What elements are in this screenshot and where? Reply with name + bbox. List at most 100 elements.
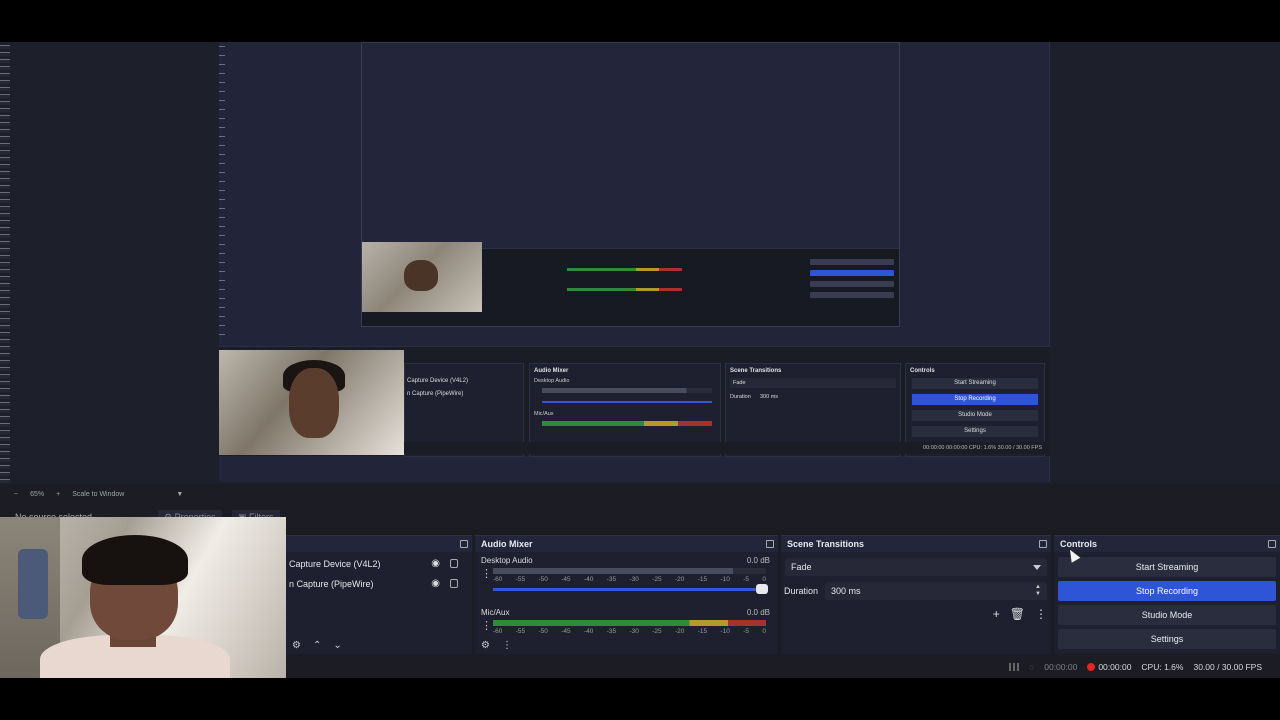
- cpu-usage: CPU: 1.6%: [1141, 662, 1184, 672]
- mixer-footer: ⚙ ⋮: [475, 636, 778, 654]
- nested-button: [810, 281, 894, 287]
- slider-handle[interactable]: [756, 584, 768, 594]
- scale-mode[interactable]: Scale to Window: [72, 491, 124, 498]
- volume-meter: [493, 568, 766, 574]
- sources-footer: ⚙ ⌃ ⌄: [286, 636, 472, 654]
- nested-settings: Settings: [912, 426, 1038, 437]
- person-face: [289, 368, 339, 438]
- nested-source-1: Capture Device (V4L2): [407, 378, 469, 384]
- transition-tools: + 🗑 ⋮: [993, 607, 1047, 621]
- gear-icon[interactable]: ⚙: [292, 640, 301, 651]
- preview-edge-artifact: [0, 42, 10, 484]
- controls-dock: Controls Start Streaming Stop Recording …: [1054, 535, 1280, 654]
- move-down-icon[interactable]: ⌄: [333, 640, 341, 651]
- record-status: 00:00:00: [1087, 662, 1131, 672]
- record-time: 00:00:00: [1098, 662, 1132, 672]
- nested-fader: [542, 401, 712, 403]
- audio-mixer-title-text: Audio Mixer: [481, 539, 533, 549]
- nested-studio-mode: Studio Mode: [912, 410, 1038, 421]
- more-icon[interactable]: ⋮: [1035, 607, 1047, 621]
- studio-mode-button[interactable]: Studio Mode: [1058, 605, 1276, 625]
- nested-duration: Duration: [730, 394, 751, 400]
- nested-source-2: n Capture (PipeWire): [407, 391, 464, 397]
- source-item[interactable]: Capture Device (V4L2) ◉: [286, 554, 472, 574]
- nested-webcam: [362, 242, 482, 312]
- transition-value: Fade: [791, 562, 812, 572]
- mixer-channel-desktop-audio: Desktop Audio 0.0 dB ⋮ -60 -55 -50 -45 -40 -3…: [481, 556, 770, 600]
- background-object: [18, 549, 48, 619]
- undock-icon[interactable]: [1039, 540, 1047, 548]
- audio-mixer-dock: Audio Mixer Desktop Audio 0.0 dB ⋮ -60 -5…: [475, 535, 778, 654]
- nested-button: [810, 259, 894, 265]
- duration-spinbox[interactable]: 300 ms ▲ ▼: [825, 582, 1047, 600]
- preview-zoom-bar: − 65% + Scale to Window ▼: [0, 485, 1280, 503]
- canvas-edge-artifact: [219, 42, 225, 342]
- spin-arrows-icon[interactable]: ▲ ▼: [1035, 584, 1041, 598]
- gear-icon[interactable]: ⚙: [481, 640, 490, 651]
- meter-ticks: -60 -55 -50 -45 -40 -35 -30 -25 -20 -15 -10 -5 0: [493, 628, 766, 635]
- nested-start-streaming: Start Streaming: [912, 378, 1038, 389]
- undock-icon[interactable]: [1268, 540, 1276, 548]
- nested-mic-aux: Mic/Aux: [534, 411, 554, 417]
- status-bar: ◌ 00:00:00 00:00:00 CPU: 1.6% 30.00 / 30…: [286, 656, 1280, 678]
- record-icon: [1087, 663, 1096, 671]
- source-item[interactable]: n Capture (PipeWire) ◉: [286, 574, 472, 594]
- transition-select[interactable]: Fade: [785, 558, 1047, 576]
- nested-transitions-title: Scene Transitions: [730, 368, 782, 374]
- stop-recording-button[interactable]: Stop Recording: [1058, 581, 1276, 601]
- channel-db: 0.0 dB: [746, 556, 770, 565]
- lock-icon[interactable]: [450, 579, 458, 588]
- chevron-down-icon[interactable]: ▼: [176, 491, 183, 498]
- nested-audio-mixer-title: Audio Mixer: [534, 368, 569, 374]
- settings-button[interactable]: Settings: [1058, 629, 1276, 649]
- nested-controls-title: Controls: [910, 368, 935, 374]
- eye-icon[interactable]: ◉: [431, 579, 440, 589]
- signal-icon: [1009, 663, 1020, 671]
- scene-transitions-dock: Scene Transitions Fade Duration 300 ms ▲…: [781, 535, 1051, 654]
- audio-mixer-title: Audio Mixer: [475, 536, 778, 552]
- channel-menu-icon[interactable]: ⋮: [481, 569, 492, 580]
- source-item-label: Capture Device (V4L2): [289, 559, 381, 569]
- zoom-level: 65%: [30, 490, 45, 498]
- volume-meter: [493, 620, 766, 626]
- nested-fade: Fade: [730, 378, 896, 388]
- trash-icon[interactable]: 🗑: [1010, 607, 1025, 621]
- channel-name: Desktop Audio: [481, 556, 533, 565]
- mixer-menu-icon[interactable]: ⋮: [502, 640, 512, 651]
- nested-meter: [567, 288, 682, 291]
- source-item-label: n Capture (PipeWire): [289, 579, 374, 589]
- nested-meter: [542, 388, 712, 393]
- chevron-down-icon: [1033, 565, 1041, 570]
- undock-icon[interactable]: [460, 540, 468, 548]
- zoom-in-button[interactable]: +: [56, 491, 60, 498]
- stream-icon: ◌: [1029, 662, 1035, 672]
- duration-value: 300 ms: [831, 586, 861, 596]
- channel-db: 0.0 dB: [746, 608, 770, 617]
- stream-time: 00:00:00: [1044, 662, 1078, 672]
- channel-menu-icon[interactable]: ⋮: [481, 621, 492, 632]
- eye-icon[interactable]: ◉: [431, 559, 440, 569]
- person-hair: [82, 535, 188, 585]
- nested-preview-2: [361, 42, 900, 327]
- webcam-overlay: [0, 517, 286, 678]
- start-streaming-button[interactable]: Start Streaming: [1058, 557, 1276, 577]
- scene-transitions-title: Scene Transitions: [781, 536, 1051, 552]
- nested-stop-recording: Stop Recording: [912, 394, 1038, 405]
- nested-meter: [542, 421, 712, 426]
- volume-slider[interactable]: [493, 584, 768, 594]
- nested-duration-value: 300 ms: [760, 394, 779, 400]
- meter-level: [493, 568, 734, 574]
- move-up-icon[interactable]: ⌃: [313, 640, 321, 651]
- nested-stop-recording: [810, 270, 894, 276]
- undock-icon[interactable]: [766, 540, 774, 548]
- nested-meter: [567, 268, 682, 271]
- nested-webcam-large: [219, 350, 404, 455]
- add-icon[interactable]: +: [993, 607, 1000, 621]
- zoom-out-button[interactable]: −: [14, 491, 18, 498]
- meter-ticks: -60 -55 -50 -45 -40 -35 -30 -25 -20 -15 -10 -5 0: [493, 576, 766, 583]
- controls-title: Controls: [1054, 536, 1280, 552]
- top-letterbox: [0, 0, 1280, 42]
- controls-title-text: Controls: [1060, 539, 1097, 549]
- lock-icon[interactable]: [450, 559, 458, 568]
- sources-dock: Capture Device (V4L2) ◉ n Capture (PipeW…: [286, 535, 472, 654]
